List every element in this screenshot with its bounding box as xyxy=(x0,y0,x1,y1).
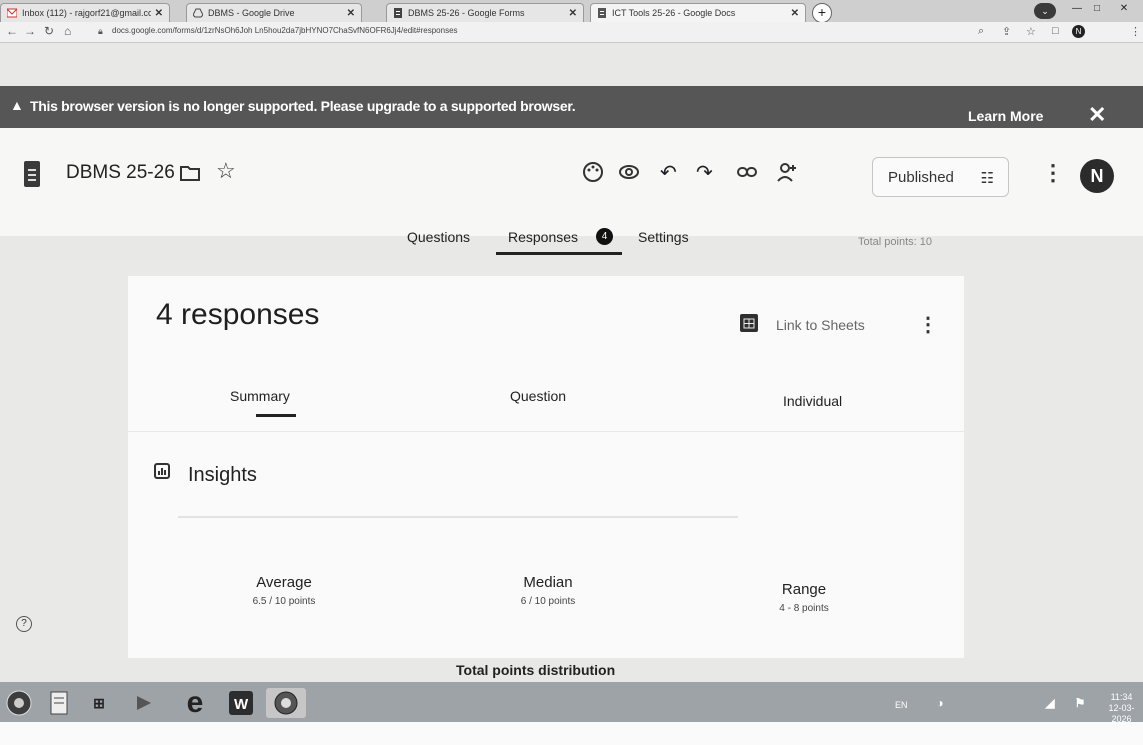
browser-tab-gmail[interactable]: Inbox (112) - rajgorf21@gmail.co ✕ xyxy=(0,3,170,22)
help-icon[interactable]: ? xyxy=(16,616,32,632)
window-minimize-icon[interactable]: — xyxy=(1070,3,1084,15)
insights-icon xyxy=(154,463,170,479)
active-tab-indicator xyxy=(496,252,622,255)
average-value: 6.5 / 10 points xyxy=(252,596,316,607)
share-icon[interactable]: ⇪ xyxy=(1002,25,1011,38)
close-icon[interactable]: ✕ xyxy=(1088,104,1106,126)
range-label: Range xyxy=(781,581,827,598)
reload-icon[interactable]: ↻ xyxy=(44,24,54,38)
page-edge xyxy=(0,722,1143,745)
file-explorer-icon[interactable]: ⊞ xyxy=(84,688,114,718)
form-title[interactable]: DBMS 25-26 xyxy=(66,162,175,184)
word-icon[interactable]: W xyxy=(226,688,256,718)
active-subtab-indicator xyxy=(256,414,296,417)
drive-icon xyxy=(192,8,204,18)
profile-avatar-icon[interactable]: N xyxy=(1072,25,1085,38)
address-bar: ← → ↻ ⌂ 🔒︎ docs.google.com/forms/d/1zrNs… xyxy=(0,22,1143,43)
redo-icon[interactable]: ↷ xyxy=(696,160,718,184)
docs-icon xyxy=(597,8,607,18)
tab-responses[interactable]: Responses xyxy=(508,229,578,245)
home-icon[interactable]: ⌂ xyxy=(64,24,71,38)
responses-count-badge: 4 xyxy=(596,228,613,245)
tab-search-icon[interactable]: □ xyxy=(1052,25,1059,37)
browser-tab-drive[interactable]: DBMS - Google Drive ✕ xyxy=(186,3,362,22)
new-tab-button[interactable]: + xyxy=(812,3,832,23)
forms-icon xyxy=(393,8,403,18)
close-tab-icon[interactable]: ✕ xyxy=(569,8,577,19)
media-player-icon[interactable] xyxy=(130,688,158,718)
avatar[interactable]: N xyxy=(1080,159,1114,193)
add-collaborator-icon[interactable] xyxy=(776,161,798,183)
median-value: 6 / 10 points xyxy=(520,596,576,607)
warning-icon: ▲ xyxy=(10,97,24,113)
close-tab-icon[interactable]: ✕ xyxy=(155,8,163,19)
network-icon[interactable]: ◑ xyxy=(930,688,950,718)
close-tab-icon[interactable]: ✕ xyxy=(791,8,799,19)
browser-menu-icon[interactable]: ⋮ xyxy=(1130,25,1141,38)
window-close-icon[interactable]: ✕ xyxy=(1110,3,1138,15)
os-taskbar xyxy=(0,682,1143,722)
banner-message: This browser version is no longer suppor… xyxy=(30,98,576,114)
distribution-title: Total points distribution xyxy=(456,662,616,678)
flag-icon[interactable]: ⚑ xyxy=(1070,688,1090,718)
link-to-sheets-button[interactable]: Link to Sheets xyxy=(776,317,865,333)
range-value: 4 - 8 points xyxy=(779,603,829,614)
palette-icon[interactable] xyxy=(582,161,604,183)
learn-more-link[interactable]: Learn More xyxy=(968,108,1043,124)
subtab-summary[interactable]: Summary xyxy=(230,388,290,404)
average-label: Average xyxy=(256,574,312,591)
chrome-taskbar-icon[interactable] xyxy=(266,688,306,718)
link-icon[interactable] xyxy=(736,161,758,183)
published-label: Published xyxy=(888,169,954,186)
median-label: Median xyxy=(523,574,573,591)
browser-tab-forms[interactable]: DBMS 25-26 - Google Forms ✕ xyxy=(386,3,584,22)
forward-icon[interactable]: → xyxy=(24,24,36,38)
browser-tab-label: ICT Tools 25-26 - Google Docs xyxy=(612,8,736,18)
url-field[interactable]: docs.google.com/forms/d/1zrNsOh6Joh Ln5h… xyxy=(112,26,458,35)
tab-questions[interactable]: Questions xyxy=(407,229,470,245)
notepad-icon[interactable] xyxy=(46,688,72,718)
responses-count-title: 4 responses xyxy=(156,298,320,331)
language-indicator[interactable]: EN xyxy=(895,700,908,710)
close-tab-icon[interactable]: ✕ xyxy=(347,8,355,19)
subtab-question[interactable]: Question xyxy=(510,388,566,404)
subtab-individual[interactable]: Individual xyxy=(783,393,842,409)
star-icon[interactable]: ☆ xyxy=(216,158,236,184)
start-button-icon[interactable] xyxy=(4,688,34,718)
back-icon[interactable]: ← xyxy=(6,24,18,38)
browser-tab-label: Inbox (112) - rajgorf21@gmail.co xyxy=(22,8,151,18)
window-maximize-icon[interactable]: □ xyxy=(1090,3,1104,15)
forms-logo-icon[interactable] xyxy=(24,161,40,187)
profile-dropdown-icon[interactable]: ⌄ xyxy=(1034,3,1056,19)
divider xyxy=(178,516,738,518)
system-clock[interactable]: 11:34 12-03-2026 xyxy=(1100,692,1143,725)
lock-icon: 🔒︎ xyxy=(98,26,103,36)
tab-settings[interactable]: Settings xyxy=(638,229,689,245)
undo-icon[interactable]: ↶ xyxy=(660,160,682,184)
total-points: Total points: 10 xyxy=(858,236,932,248)
browser-tab-label: DBMS - Google Drive xyxy=(208,8,295,18)
insights-title: Insights xyxy=(188,464,257,486)
more-options-icon[interactable]: ⋮ xyxy=(1042,162,1064,184)
preview-eye-icon[interactable] xyxy=(618,161,640,183)
publish-settings-icon: ☷ xyxy=(980,170,994,187)
zoom-icon[interactable]: ⌕ xyxy=(978,25,984,38)
browser-tab-label: DBMS 25-26 - Google Forms xyxy=(408,8,525,18)
svg-text:W: W xyxy=(234,696,249,713)
browser-tab-docs[interactable]: ICT Tools 25-26 - Google Docs ✕ xyxy=(590,3,806,22)
gmail-icon xyxy=(6,8,18,18)
clock-time: 11:34 xyxy=(1110,692,1133,702)
bookmark-star-icon[interactable]: ☆ xyxy=(1026,25,1036,38)
volume-icon[interactable]: ◢ xyxy=(1040,688,1060,718)
internet-explorer-icon[interactable]: e xyxy=(178,686,212,719)
folder-icon[interactable] xyxy=(180,165,200,181)
sheets-icon[interactable] xyxy=(740,314,758,332)
more-options-icon[interactable]: ⋮ xyxy=(918,314,938,336)
published-button[interactable]: Published ☷ xyxy=(872,157,1009,197)
